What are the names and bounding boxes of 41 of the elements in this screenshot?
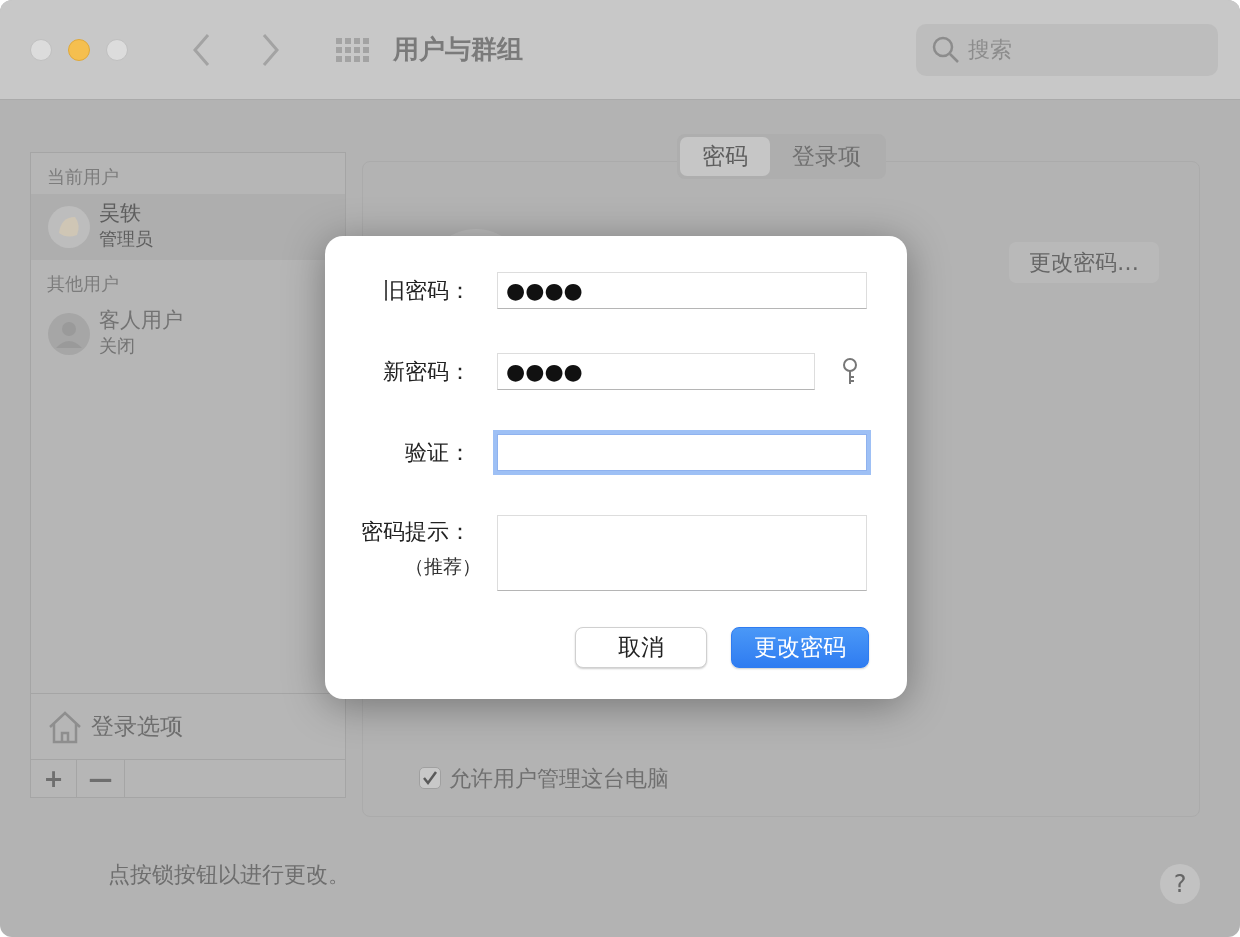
window-title: 用户与群组 — [393, 33, 523, 66]
section-header: 其他用户 — [46, 272, 120, 296]
close-button[interactable] — [30, 38, 52, 61]
user-list-item[interactable]: 吴轶 管理员 — [31, 194, 345, 260]
password-field[interactable] — [497, 434, 867, 471]
forward-icon[interactable] — [260, 32, 280, 67]
cancel-button[interactable]: 取消 — [575, 627, 707, 668]
add-button[interactable]: + — [31, 760, 77, 797]
user-name: 客人用户 — [99, 308, 183, 333]
grid-icon[interactable] — [336, 37, 369, 62]
section-header: 当前用户 — [46, 165, 120, 189]
change-password-button[interactable]: 更改密码… — [1009, 241, 1159, 283]
avatar-icon — [47, 205, 91, 249]
password-field[interactable]: ●●●● — [497, 272, 867, 309]
checkmark-icon — [422, 770, 438, 786]
search-icon — [932, 35, 960, 64]
confirm-button[interactable]: 更改密码 — [731, 627, 869, 668]
house-icon — [47, 709, 83, 744]
lock-hint: 点按锁按钮以进行更改。 — [108, 861, 350, 889]
avatar-icon — [47, 312, 91, 356]
password-field[interactable]: ●●●● — [497, 353, 815, 390]
user-role: 关闭 — [99, 334, 136, 359]
field-label: 密码提示： — [361, 518, 471, 546]
field-label: 新密码： — [382, 358, 471, 386]
checkbox[interactable]: 允许用户管理这台电脑 — [419, 761, 669, 795]
hint-field[interactable] — [497, 515, 867, 591]
tab[interactable]: 密码 — [679, 137, 770, 176]
key-icon[interactable] — [841, 357, 859, 386]
tab[interactable]: 登录项 — [769, 137, 883, 176]
user-list-item[interactable]: 客人用户 关闭 — [31, 301, 345, 367]
user-name: 吴轶 — [99, 201, 142, 226]
checkbox-box[interactable] — [419, 767, 441, 789]
help-button[interactable]: ? — [1160, 864, 1200, 904]
field-sublabel: （推荐） — [405, 554, 481, 579]
remove-button[interactable]: — — [77, 760, 125, 797]
zoom-button[interactable] — [106, 38, 128, 61]
user-role: 管理员 — [99, 227, 153, 252]
back-icon[interactable] — [192, 32, 212, 67]
minimize-button[interactable] — [68, 38, 90, 61]
field-label: 旧密码： — [382, 277, 471, 305]
field-label: 验证： — [404, 439, 471, 467]
